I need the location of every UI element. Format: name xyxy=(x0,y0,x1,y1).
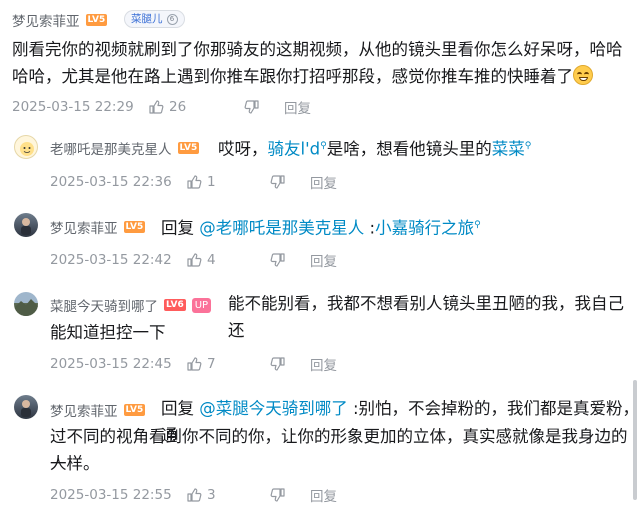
level-badge: LV6 xyxy=(164,299,186,311)
search-icon: ⚲ xyxy=(474,220,481,230)
level-badge: LV5 xyxy=(177,142,200,154)
like-button[interactable]: 7 xyxy=(186,356,270,372)
dislike-button[interactable] xyxy=(270,487,310,503)
level-badge: LV5 xyxy=(85,14,108,26)
reply-button[interactable]: 回复 xyxy=(284,97,311,117)
reply-username[interactable]: 菜腿今天骑到哪了 xyxy=(50,295,158,315)
dislike-button[interactable] xyxy=(270,252,310,268)
like-count: 7 xyxy=(207,356,216,372)
reply-meta: 2025-03-15 22:55 3 回复 xyxy=(50,485,337,505)
cyclist-photo-icon xyxy=(21,218,31,235)
search-link[interactable]: 菜菜 xyxy=(492,140,525,159)
search-icon: ⚲ xyxy=(320,141,327,151)
reply-header: 梦见索菲亚 LV5 xyxy=(50,400,146,420)
fan-badge-label: 菜腿儿 xyxy=(131,13,163,25)
reply-text-line: 能不能别看，我都不想看别人镜头里丑陋的我，我自己还 xyxy=(228,294,624,340)
thumb-down-icon xyxy=(270,488,285,502)
root-comment-text: 刚看完你的视频就刷到了你那骑友的这期视频，从他的镜头里看你怎么好呆呀，哈哈哈哈，… xyxy=(12,36,628,90)
cartoon-face-icon xyxy=(20,142,34,156)
reply-text-part: 是啥，想看他镜头里的 xyxy=(326,139,492,159)
reply-button[interactable]: 回复 xyxy=(310,172,337,192)
level-badge: LV5 xyxy=(123,404,146,416)
thumb-up-icon xyxy=(149,100,164,114)
up-badge: UP xyxy=(191,297,212,313)
reply-username[interactable]: 梦见索菲亚 xyxy=(50,217,118,237)
like-count: 3 xyxy=(207,487,216,503)
like-count: 1 xyxy=(207,174,216,190)
reply-text: 回复 @老哪吒是那美克星人 :小嘉骑行之旅⚲ xyxy=(161,212,481,242)
timestamp: 2025-03-15 22:55 xyxy=(50,487,172,503)
thumb-up-icon xyxy=(187,175,202,189)
dislike-button[interactable] xyxy=(270,174,310,190)
thumb-down-icon xyxy=(270,253,285,267)
timestamp: 2025-03-15 22:42 xyxy=(50,252,172,268)
reply-text-line: 能知道担控一下 xyxy=(50,323,166,342)
reply-text-part: : xyxy=(364,218,376,238)
scrollbar[interactable] xyxy=(633,380,637,500)
fan-badge[interactable]: 菜腿儿 6 xyxy=(124,10,185,28)
reply-text-line: 过不同的视角看到你不同的你，让你的形象更加的立体，真实感就像是我身边的人 xyxy=(50,427,628,473)
dislike-button[interactable] xyxy=(244,99,284,115)
level-badge: LV5 xyxy=(123,221,146,233)
reply-username[interactable]: 梦见索菲亚 xyxy=(50,400,118,420)
reply-meta: 2025-03-15 22:36 1 回复 xyxy=(50,172,337,192)
like-button[interactable]: 4 xyxy=(186,252,270,268)
thumb-down-icon xyxy=(270,357,285,371)
thumb-up-icon xyxy=(187,253,202,267)
reply-keyword: 回复 xyxy=(161,399,194,418)
like-button[interactable]: 1 xyxy=(186,174,270,190)
reply-meta: 2025-03-15 22:42 4 回复 xyxy=(50,250,337,270)
timestamp: 2025-03-15 22:36 xyxy=(50,174,172,190)
avatar[interactable] xyxy=(14,213,38,237)
root-meta: 2025-03-15 22:29 26 回复 xyxy=(12,97,311,117)
thumb-down-icon xyxy=(244,100,259,114)
thumb-up-icon xyxy=(187,488,202,502)
reply-header: 老哪吒是那美克星人 LV5 xyxy=(50,138,200,158)
reply-text-part: 哎呀， xyxy=(218,139,268,159)
thumb-up-icon xyxy=(187,357,202,371)
timestamp: 2025-03-15 22:29 xyxy=(12,99,134,115)
avatar[interactable] xyxy=(14,135,38,159)
like-count: 26 xyxy=(169,99,187,115)
mention-link[interactable]: @菜腿今天骑到哪了 xyxy=(199,399,348,418)
thumb-down-icon xyxy=(270,175,285,189)
laughing-emoji-icon xyxy=(573,65,593,85)
reply-username[interactable]: 老哪吒是那美克星人 xyxy=(50,138,172,158)
dislike-button[interactable] xyxy=(270,356,310,372)
root-header: 梦见索菲亚 LV5 xyxy=(12,10,108,30)
root-username[interactable]: 梦见索菲亚 xyxy=(12,10,80,30)
search-link[interactable]: 小嘉骑行之旅 xyxy=(375,219,474,238)
reply-header: 菜腿今天骑到哪了 LV6 UP xyxy=(50,295,212,315)
mention-link[interactable]: @老哪吒是那美克星人 xyxy=(199,219,364,238)
reply-button[interactable]: 回复 xyxy=(310,485,337,505)
root-text-body: 刚看完你的视频就刷到了你那骑友的这期视频，从他的镜头里看你怎么好呆呀，哈哈哈哈，… xyxy=(12,40,623,86)
mountain-photo-icon xyxy=(14,299,38,316)
reply-keyword: 回复 xyxy=(161,218,194,238)
timestamp: 2025-03-15 22:45 xyxy=(50,356,172,372)
like-button[interactable]: 26 xyxy=(148,99,244,115)
reply-button[interactable]: 回复 xyxy=(310,250,337,270)
like-count: 4 xyxy=(207,252,216,268)
like-button[interactable]: 3 xyxy=(186,487,270,503)
avatar[interactable] xyxy=(14,292,38,316)
cyclist-photo-icon xyxy=(21,400,31,417)
avatar[interactable] xyxy=(14,395,38,419)
reply-header: 梦见索菲亚 LV5 xyxy=(50,217,146,237)
search-icon: ⚲ xyxy=(524,141,532,151)
reply-meta: 2025-03-15 22:45 7 回复 xyxy=(50,354,337,374)
reply-button[interactable]: 回复 xyxy=(310,354,337,374)
reply-text-line: 一样。 xyxy=(50,454,100,473)
reply-text: 哎呀，骑友l'd⚲是啥，想看他镜头里的菜菜⚲ xyxy=(218,133,531,163)
fan-level-icon: 6 xyxy=(166,13,178,25)
search-link[interactable]: 骑友l'd xyxy=(268,140,321,159)
